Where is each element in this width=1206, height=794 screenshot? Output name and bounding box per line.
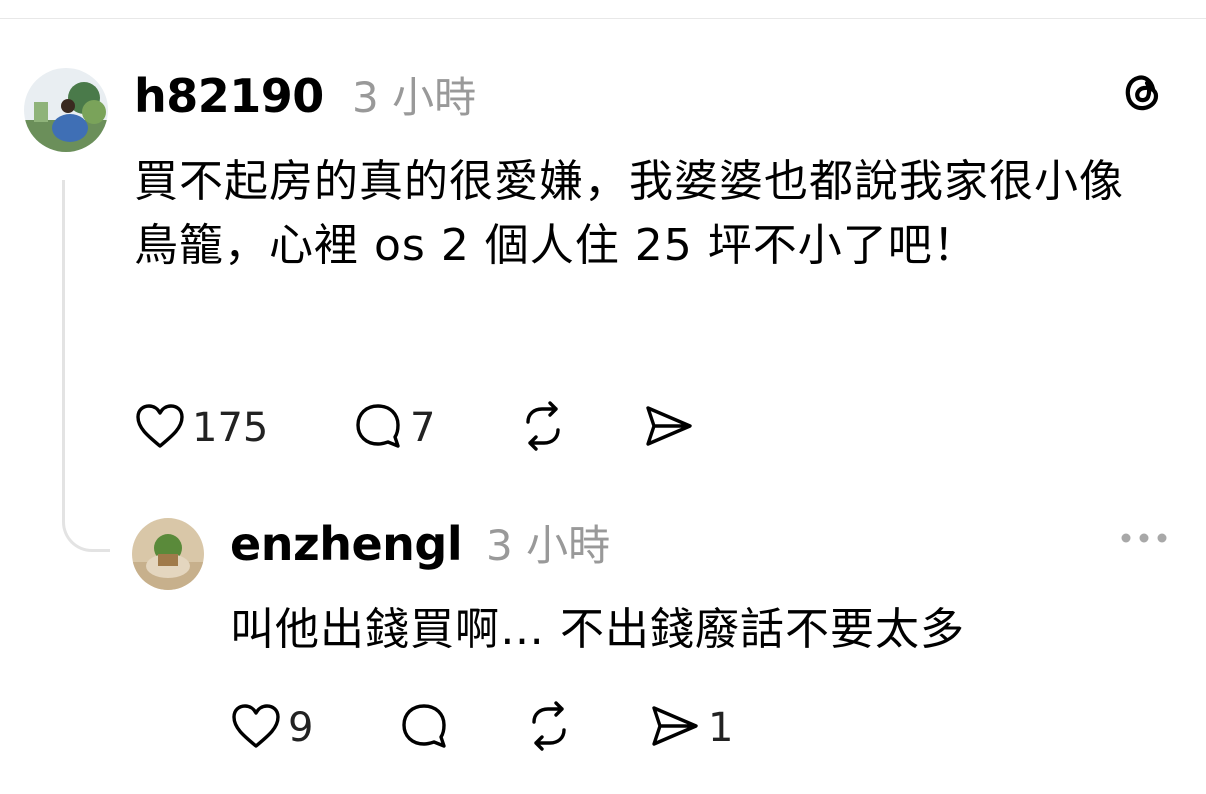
repost-icon	[516, 400, 570, 456]
reply-button[interactable]	[398, 700, 450, 756]
thread-connector	[62, 180, 110, 552]
more-icon[interactable]	[1118, 526, 1170, 550]
timestamp: 3 小時	[352, 73, 477, 122]
avatar[interactable]	[132, 518, 204, 590]
comment-icon	[352, 400, 404, 456]
like-count: 9	[288, 705, 314, 751]
avatar[interactable]	[24, 68, 108, 152]
like-count: 175	[192, 405, 269, 451]
top-divider	[0, 18, 1206, 19]
comment-text: 買不起房的真的很愛嫌，我婆婆也都說我家很小像鳥籠，心裡 os 2 個人住 25 …	[134, 156, 1124, 271]
heart-icon	[230, 702, 282, 754]
like-button[interactable]: 175	[134, 400, 268, 456]
reply-count: 7	[410, 405, 436, 451]
share-icon	[640, 400, 696, 456]
like-button[interactable]: 9	[230, 700, 313, 756]
threads-logo-icon[interactable]	[1120, 70, 1166, 116]
repost-button[interactable]	[522, 700, 576, 756]
username[interactable]: h82190	[134, 68, 324, 124]
share-count: 1	[708, 705, 734, 751]
share-icon	[646, 700, 702, 756]
username[interactable]: enzhengl	[230, 516, 463, 572]
comment-icon	[398, 700, 450, 756]
comment-text: 叫他出錢買啊… 不出錢廢話不要太多	[230, 604, 965, 655]
repost-button[interactable]	[516, 400, 570, 456]
timestamp: 3 小時	[486, 521, 611, 570]
share-button[interactable]	[640, 400, 696, 456]
repost-icon	[522, 700, 576, 756]
reply-button[interactable]: 7	[352, 400, 435, 456]
share-button[interactable]: 1	[646, 700, 733, 756]
heart-icon	[134, 402, 186, 454]
